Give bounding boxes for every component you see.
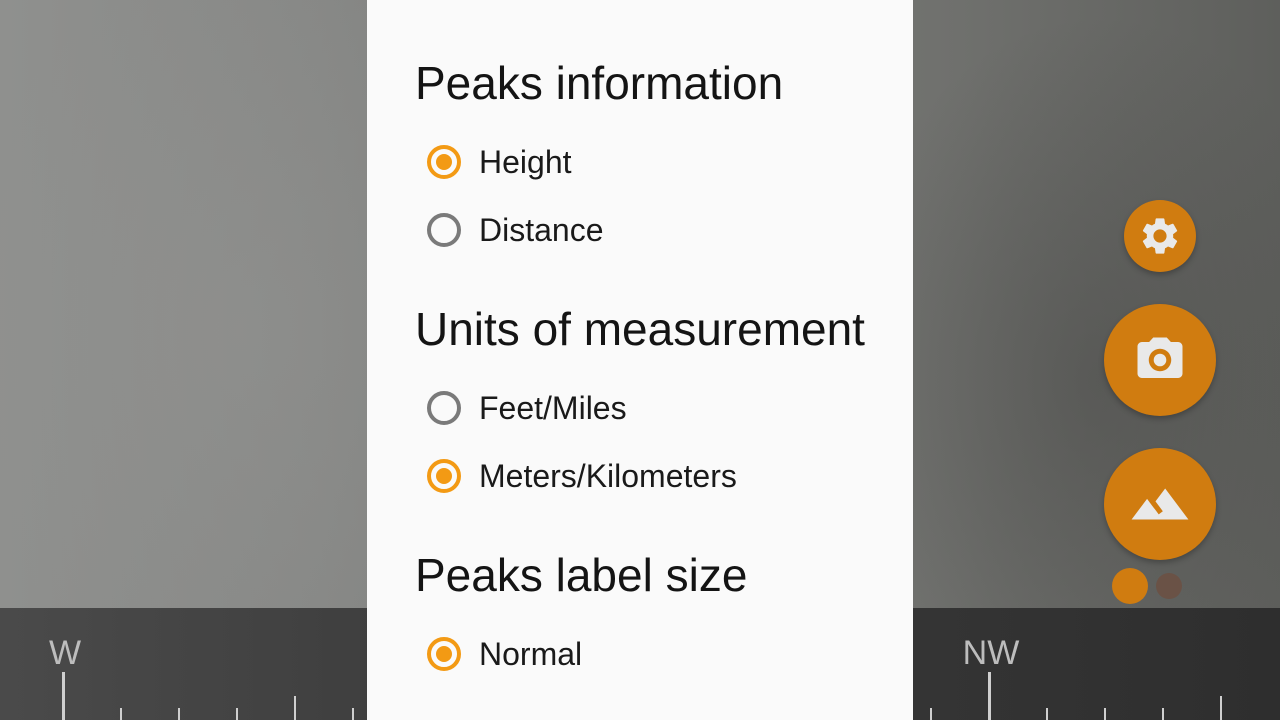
- compass-tick: [1220, 696, 1222, 720]
- radio-button[interactable]: [427, 391, 461, 425]
- compass-tick: [62, 672, 65, 720]
- gear-icon: [1142, 218, 1178, 254]
- option-normal[interactable]: Normal: [427, 632, 582, 676]
- option-label: Height: [479, 143, 572, 180]
- mountain-icon: [1131, 488, 1189, 520]
- compass-tick: [1162, 708, 1164, 720]
- page-indicator-inactive[interactable]: [1156, 573, 1182, 599]
- option-label: Normal: [479, 635, 583, 672]
- peaks-information-title: Peaks information: [415, 57, 784, 109]
- compass-tick: [178, 708, 180, 720]
- radio-button[interactable]: [427, 145, 461, 179]
- peaks-label-size-title: Peaks label size: [415, 549, 748, 601]
- compass-tick: [1104, 708, 1106, 720]
- option-distance[interactable]: Distance: [427, 208, 604, 252]
- page-indicator-active[interactable]: [1112, 568, 1148, 604]
- radio-button[interactable]: [427, 459, 461, 493]
- compass-tick: [930, 708, 932, 720]
- option-meters-kilometers[interactable]: Meters/Kilometers: [427, 454, 737, 498]
- compass-tick: [236, 708, 238, 720]
- compass-tick: [294, 696, 296, 720]
- compass-label-nw: NW: [962, 634, 1020, 672]
- compass-tick: [988, 672, 991, 720]
- option-height[interactable]: Height: [427, 140, 572, 184]
- compass-tick: [1046, 708, 1048, 720]
- option-label: Meters/Kilometers: [479, 457, 737, 494]
- option-feet-miles[interactable]: Feet/Miles: [427, 386, 627, 430]
- camera-icon: [1137, 337, 1183, 378]
- radio-button[interactable]: [427, 637, 461, 671]
- settings-dialog: Peaks information Height Distance Units …: [367, 0, 913, 720]
- radio-button[interactable]: [427, 213, 461, 247]
- option-label: Feet/Miles: [479, 389, 627, 426]
- compass-tick: [120, 708, 122, 720]
- peaks-button[interactable]: [1104, 448, 1216, 560]
- option-label: Distance: [479, 211, 604, 248]
- settings-button[interactable]: [1124, 200, 1196, 272]
- compass-tick: [352, 708, 354, 720]
- units-of-measurement-title: Units of measurement: [415, 303, 865, 355]
- compass-label-w: W: [48, 634, 82, 672]
- camera-button[interactable]: [1104, 304, 1216, 416]
